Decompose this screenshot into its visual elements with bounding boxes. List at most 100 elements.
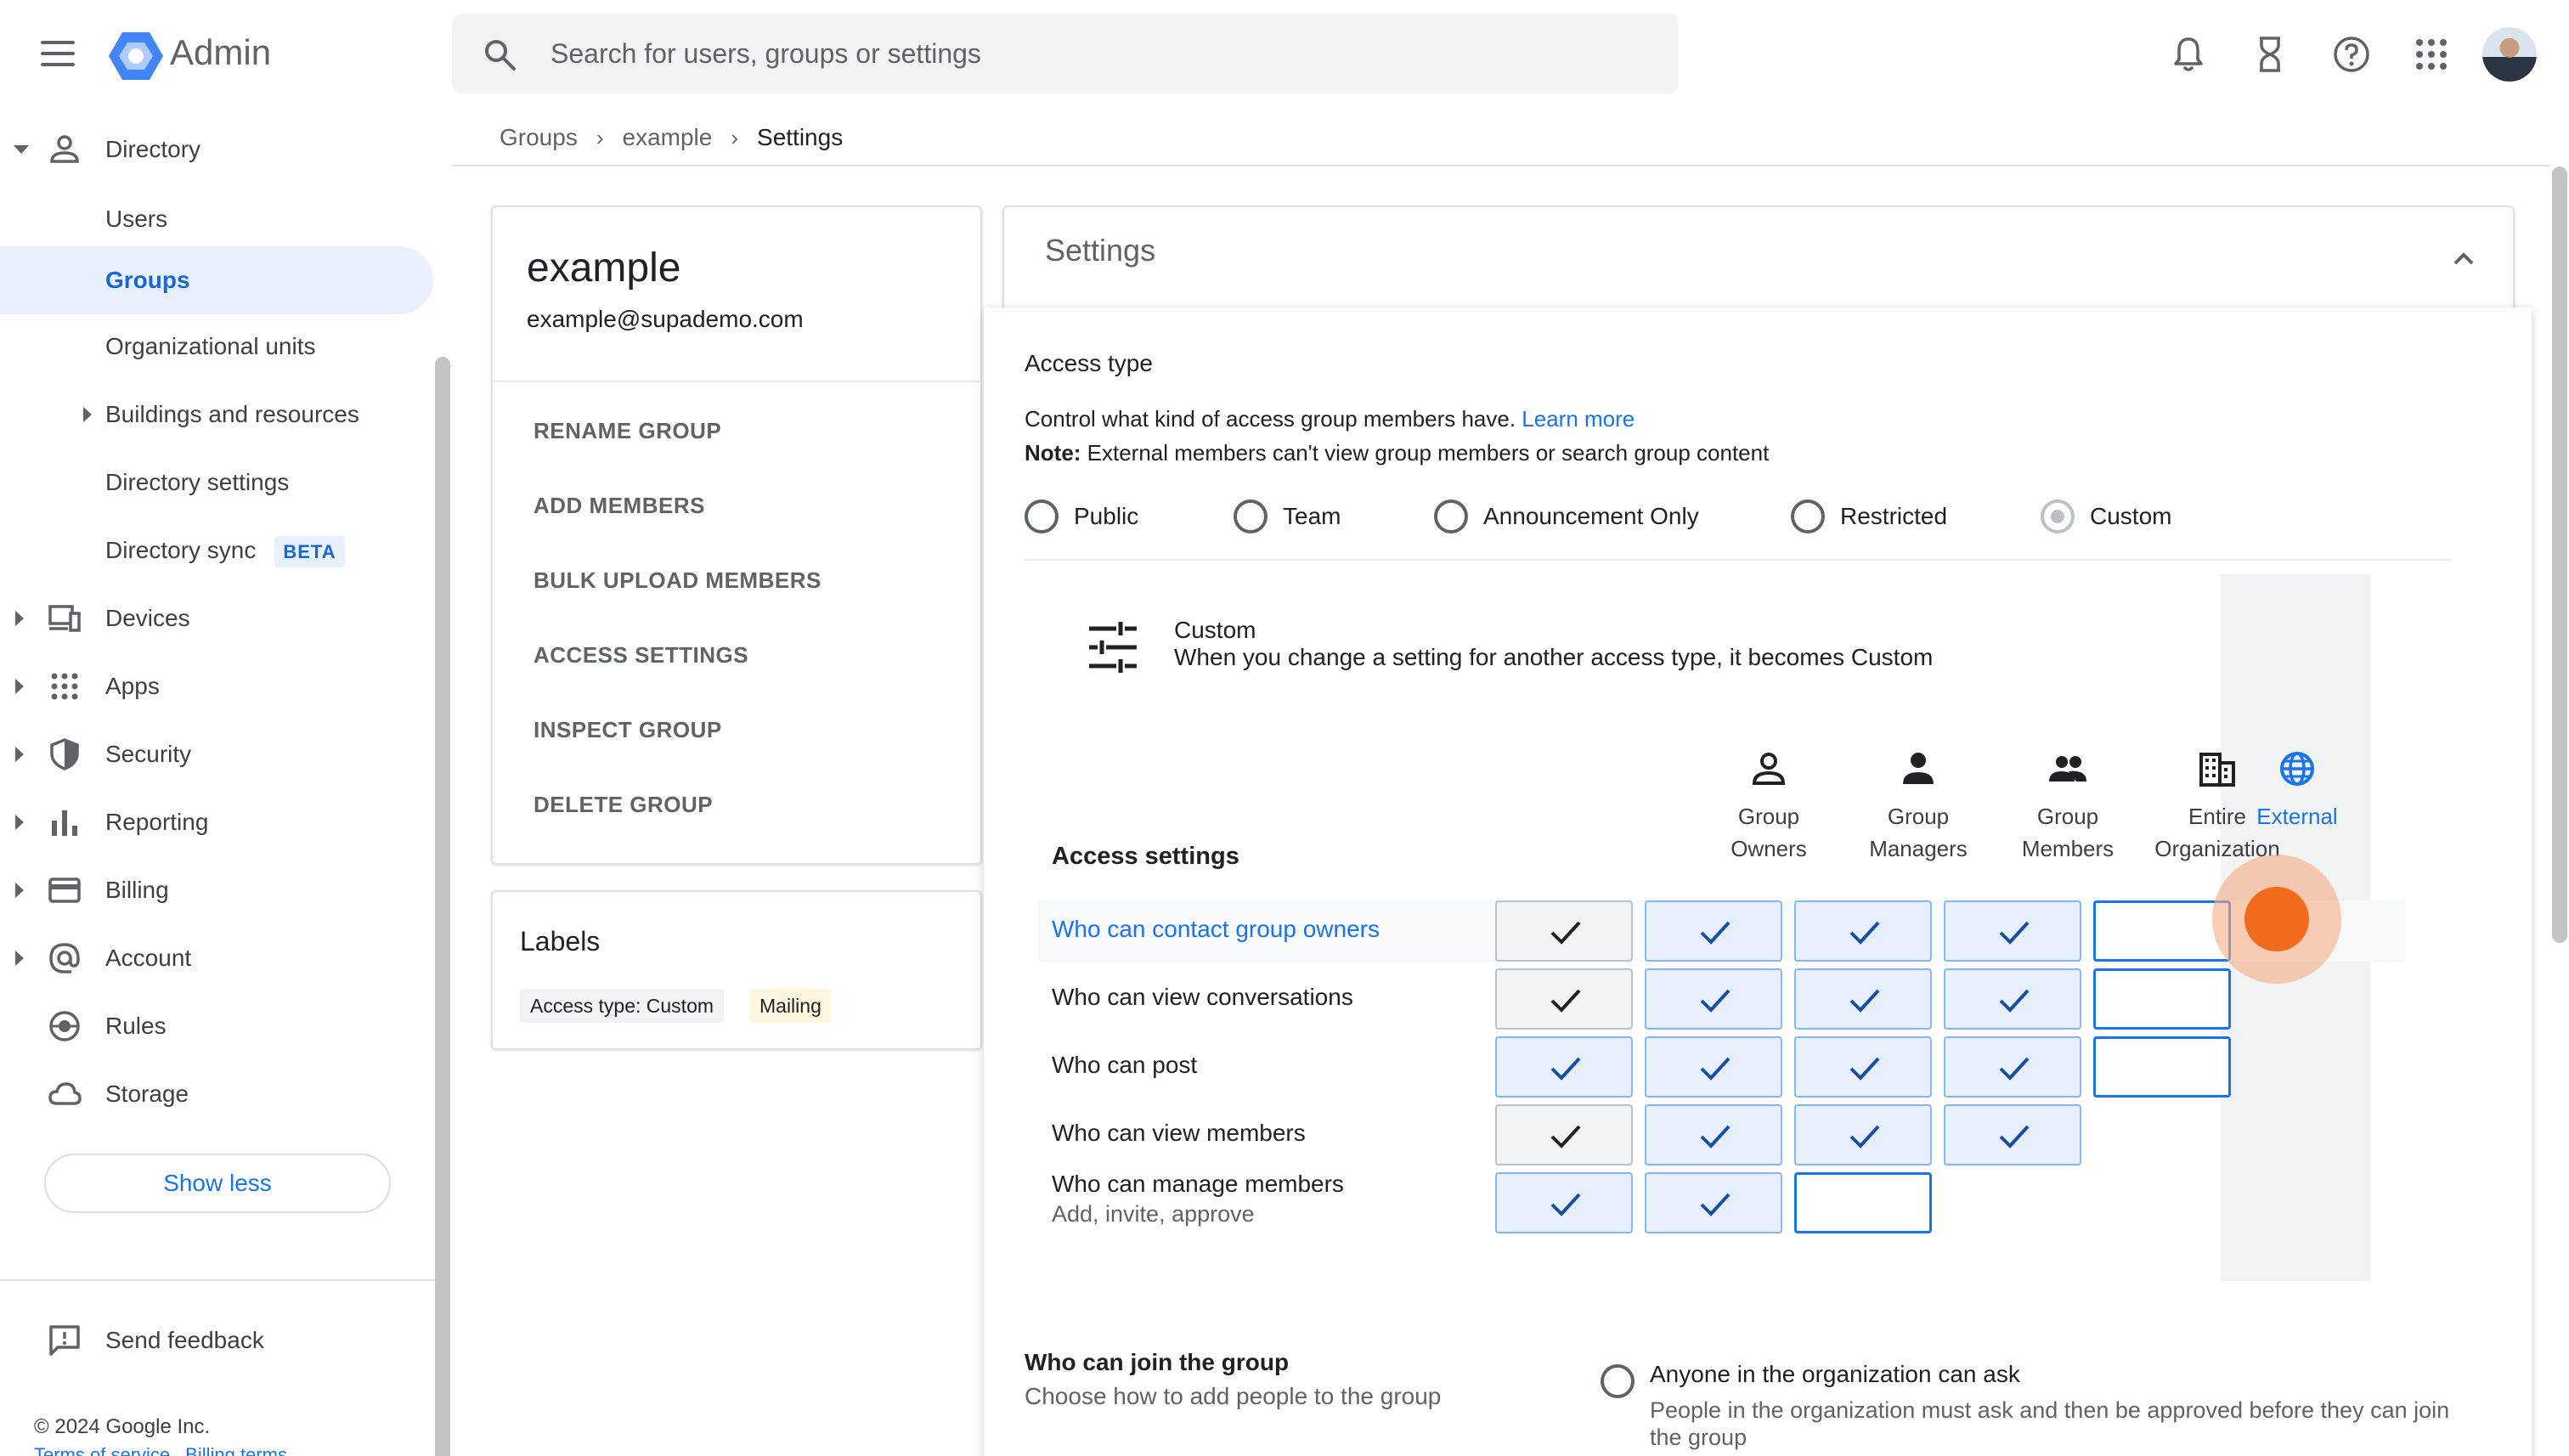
- permission-cell-organization[interactable]: [1944, 968, 2081, 1030]
- sidebar-item-reporting[interactable]: Reporting: [0, 788, 433, 856]
- permission-cell-owners[interactable]: [1495, 900, 1633, 962]
- sidebar-divider: [0, 1279, 435, 1281]
- main-menu-icon[interactable]: [41, 41, 75, 66]
- sidebar-item-users[interactable]: Users: [0, 185, 433, 253]
- search-input[interactable]: [550, 32, 1638, 75]
- bulk-upload-members-button[interactable]: BULK UPLOAD MEMBERS: [534, 567, 822, 594]
- inspect-group-button[interactable]: INSPECT GROUP: [534, 717, 722, 743]
- permission-cell-managers[interactable]: [1645, 1104, 1782, 1165]
- join-option-label: Anyone in the organization can ask: [1650, 1361, 2020, 1387]
- expand-caret-icon[interactable]: [15, 883, 24, 898]
- sidebar-item-label: Account: [105, 945, 192, 971]
- add-members-button[interactable]: ADD MEMBERS: [534, 493, 705, 519]
- sidebar-item-apps[interactable]: Apps: [0, 652, 433, 720]
- learn-more-link[interactable]: Learn more: [1522, 406, 1635, 432]
- permission-cell-members[interactable]: [1794, 968, 1932, 1030]
- permission-cell-owners[interactable]: [1495, 968, 1633, 1030]
- sidebar-item-groups[interactable]: Groups: [0, 246, 433, 314]
- expand-caret-icon[interactable]: [15, 679, 24, 694]
- radio-circle[interactable]: [1025, 499, 1059, 533]
- sidebar-item-rules[interactable]: Rules: [0, 992, 433, 1060]
- permission-cell-external[interactable]: [2093, 968, 2231, 1030]
- radio-circle[interactable]: [1234, 499, 1268, 533]
- apps-grid-icon[interactable]: [2411, 34, 2452, 75]
- delete-group-button[interactable]: DELETE GROUP: [534, 792, 713, 818]
- radio-announcement-only[interactable]: Announcement Only: [1434, 498, 1699, 535]
- radio-circle[interactable]: [1434, 499, 1468, 533]
- beta-badge: BETA: [274, 536, 345, 567]
- permission-cell-managers[interactable]: [1645, 1172, 1782, 1233]
- permission-cell-members[interactable]: [1794, 1172, 1932, 1233]
- join-group-subtitle: Choose how to add people to the group: [1025, 1383, 1442, 1409]
- permission-cell-external[interactable]: [2093, 1036, 2231, 1098]
- radio-circle-selected[interactable]: [2041, 499, 2075, 533]
- column-group-managers: Group Managers: [1847, 749, 1990, 865]
- sidebar-item-account[interactable]: Account: [0, 924, 433, 992]
- show-less-button[interactable]: Show less: [44, 1154, 391, 1213]
- access-settings-label: Access settings: [1052, 843, 1239, 870]
- send-feedback-link[interactable]: Send feedback: [0, 1306, 433, 1374]
- radio-custom[interactable]: Custom: [2041, 498, 2171, 535]
- permission-cell-organization[interactable]: [1944, 1036, 2081, 1098]
- access-settings-button[interactable]: ACCESS SETTINGS: [534, 642, 748, 669]
- expand-caret-icon[interactable]: [15, 815, 24, 830]
- sidebar-item-billing[interactable]: Billing: [0, 856, 433, 924]
- radio-circle[interactable]: [1791, 499, 1825, 533]
- permission-cell-owners[interactable]: [1495, 1172, 1633, 1233]
- permission-cell-owners[interactable]: [1495, 1036, 1633, 1098]
- notifications-bell-icon[interactable]: [2168, 34, 2209, 75]
- app-title[interactable]: Admin: [170, 32, 271, 73]
- settings-title: Settings: [1045, 233, 1156, 268]
- permission-cell-members[interactable]: [1794, 1036, 1932, 1098]
- permission-cell-external[interactable]: [2093, 900, 2231, 962]
- sidebar-scrollbar[interactable]: [435, 357, 450, 1456]
- chevron-right-icon: ›: [596, 124, 604, 150]
- permission-cell-owners[interactable]: [1495, 1104, 1633, 1165]
- sidebar-item-devices[interactable]: Devices: [0, 584, 433, 652]
- breadcrumb-divider: [452, 165, 2550, 166]
- sidebar-item-storage[interactable]: Storage: [0, 1060, 433, 1128]
- radio-public[interactable]: Public: [1025, 498, 1138, 535]
- permission-cell-managers[interactable]: [1645, 900, 1782, 962]
- rename-group-button[interactable]: RENAME GROUP: [534, 418, 721, 444]
- custom-description: When you change a setting for another ac…: [1174, 644, 1934, 670]
- checkmark-icon: [1999, 1057, 2030, 1081]
- user-avatar[interactable]: [2482, 27, 2537, 82]
- sidebar-item-directory[interactable]: Directory: [0, 116, 433, 183]
- radio-restricted[interactable]: Restricted: [1791, 498, 1947, 535]
- page-scrollbar[interactable]: [2552, 166, 2567, 943]
- row-label-contact-owners[interactable]: Who can contact group owners: [1052, 916, 1380, 943]
- radio-team[interactable]: Team: [1234, 498, 1341, 535]
- apps-grid-icon: [51, 673, 78, 700]
- expand-caret-icon[interactable]: [14, 145, 29, 154]
- sidebar-item-organizational-units[interactable]: Organizational units: [0, 313, 433, 381]
- terms-of-service-link[interactable]: Terms of service: [34, 1444, 170, 1456]
- help-icon[interactable]: [2331, 34, 2372, 75]
- permission-cell-managers[interactable]: [1645, 1036, 1782, 1098]
- row-label-post: Who can post: [1052, 1052, 1198, 1078]
- chevron-up-icon[interactable]: [2450, 245, 2477, 272]
- sidebar-item-directory-settings[interactable]: Directory settings: [0, 449, 433, 516]
- breadcrumb-example-link[interactable]: example: [623, 124, 713, 151]
- expand-caret-icon[interactable]: [15, 747, 24, 762]
- expand-caret-icon[interactable]: [83, 407, 92, 422]
- sidebar-item-security[interactable]: Security: [0, 720, 433, 788]
- billing-terms-link[interactable]: Billing terms: [185, 1444, 287, 1456]
- search-icon[interactable]: [483, 37, 517, 71]
- admin-logo-icon[interactable]: [109, 31, 163, 82]
- permission-cell-organization[interactable]: [1944, 1104, 2081, 1165]
- permission-cell-members[interactable]: [1794, 900, 1932, 962]
- breadcrumb-groups-link[interactable]: Groups: [500, 124, 578, 151]
- expand-caret-icon[interactable]: [15, 611, 24, 626]
- expand-caret-icon[interactable]: [15, 951, 24, 966]
- sidebar-item-directory-sync[interactable]: Directory sync BETA: [0, 516, 433, 584]
- permission-cell-organization[interactable]: [1944, 900, 2081, 962]
- sidebar-item-buildings[interactable]: Buildings and resources: [0, 381, 433, 449]
- radio-anyone-can-ask[interactable]: [1601, 1364, 1635, 1398]
- permission-cell-members[interactable]: [1794, 1104, 1932, 1165]
- column-group-members: Group Members: [1996, 749, 2139, 865]
- permission-cell-managers[interactable]: [1645, 968, 1782, 1030]
- search-bar[interactable]: [452, 14, 1679, 93]
- hourglass-tasks-icon[interactable]: [2250, 34, 2290, 75]
- sidebar-item-label: Billing: [105, 877, 169, 903]
